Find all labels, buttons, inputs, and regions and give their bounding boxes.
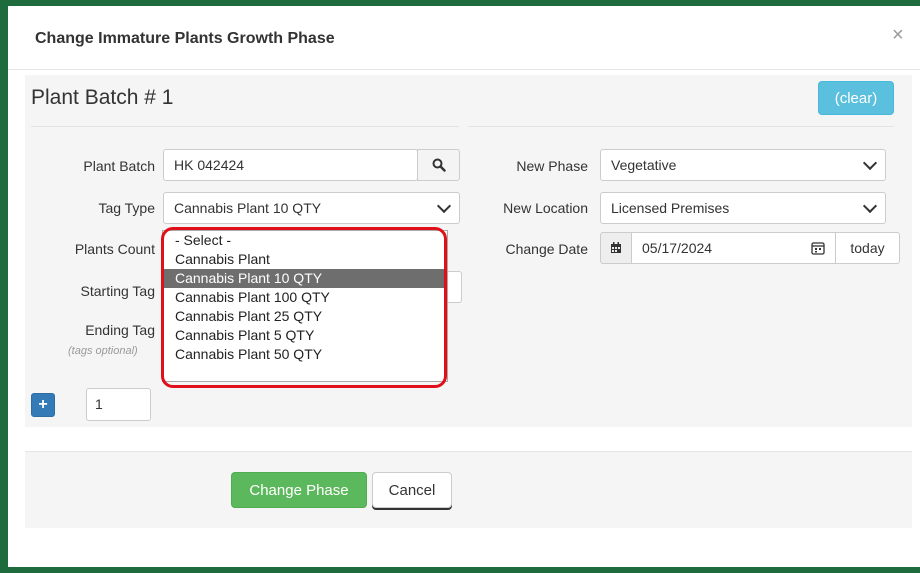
change-date-label: Change Date (505, 241, 588, 257)
plus-icon: + (38, 396, 48, 413)
date-picker-icon[interactable] (811, 241, 825, 255)
add-batch-button[interactable]: + (31, 393, 55, 417)
tag-type-select[interactable]: Cannabis Plant 10 QTY (163, 192, 460, 224)
dropdown-option[interactable]: Cannabis Plant (163, 250, 447, 269)
ending-tag-label: Ending Tag (85, 322, 155, 338)
change-phase-button[interactable]: Change Phase (231, 472, 367, 508)
close-icon[interactable]: × (892, 24, 904, 47)
tag-type-dropdown[interactable]: - Select - Cannabis Plant Cannabis Plant… (162, 230, 448, 382)
search-icon (432, 158, 446, 172)
divider (468, 126, 894, 127)
dropdown-option-selected[interactable]: Cannabis Plant 10 QTY (163, 269, 447, 288)
tags-optional-hint: (tags optional) (68, 345, 138, 357)
modal-footer (25, 451, 912, 528)
dropdown-option[interactable]: - Select - (163, 231, 447, 250)
new-location-value: Licensed Premises (611, 200, 730, 216)
dropdown-option[interactable]: Cannabis Plant 50 QTY (163, 345, 447, 364)
batch-title: Plant Batch # 1 (31, 86, 174, 109)
clear-button[interactable]: (clear) (818, 81, 894, 115)
divider (31, 126, 459, 127)
plant-batch-input[interactable]: HK 042424 (163, 149, 418, 181)
plant-batch-label: Plant Batch (83, 158, 155, 174)
modal-header: Change Immature Plants Growth Phase × (8, 6, 920, 70)
tag-type-value: Cannabis Plant 10 QTY (174, 200, 322, 216)
new-location-label: New Location (503, 200, 588, 216)
modal-title: Change Immature Plants Growth Phase (35, 30, 335, 47)
new-phase-value: Vegetative (611, 157, 677, 173)
search-button[interactable] (417, 149, 460, 181)
today-button[interactable]: today (835, 232, 900, 264)
dropdown-option[interactable]: Cannabis Plant 100 QTY (163, 288, 447, 307)
calendar-addon (600, 232, 632, 264)
plants-count-label: Plants Count (74, 241, 155, 257)
new-location-select[interactable]: Licensed Premises (600, 192, 886, 224)
tag-type-label: Tag Type (98, 200, 155, 216)
change-date-input[interactable]: 05/17/2024 (631, 232, 836, 264)
new-phase-label: New Phase (516, 158, 588, 174)
change-date-value: 05/17/2024 (642, 240, 713, 256)
starting-tag-label: Starting Tag (80, 283, 155, 299)
dropdown-option[interactable]: Cannabis Plant 5 QTY (163, 326, 447, 345)
new-phase-select[interactable]: Vegetative (600, 149, 886, 181)
batch-count-input[interactable]: 1 (86, 388, 151, 421)
chevron-down-icon (436, 198, 452, 214)
dropdown-option[interactable]: Cannabis Plant 25 QTY (163, 307, 447, 326)
cancel-button[interactable]: Cancel (372, 472, 452, 508)
chevron-down-icon (862, 155, 878, 171)
calendar-icon (611, 242, 621, 253)
chevron-down-icon (862, 198, 878, 214)
